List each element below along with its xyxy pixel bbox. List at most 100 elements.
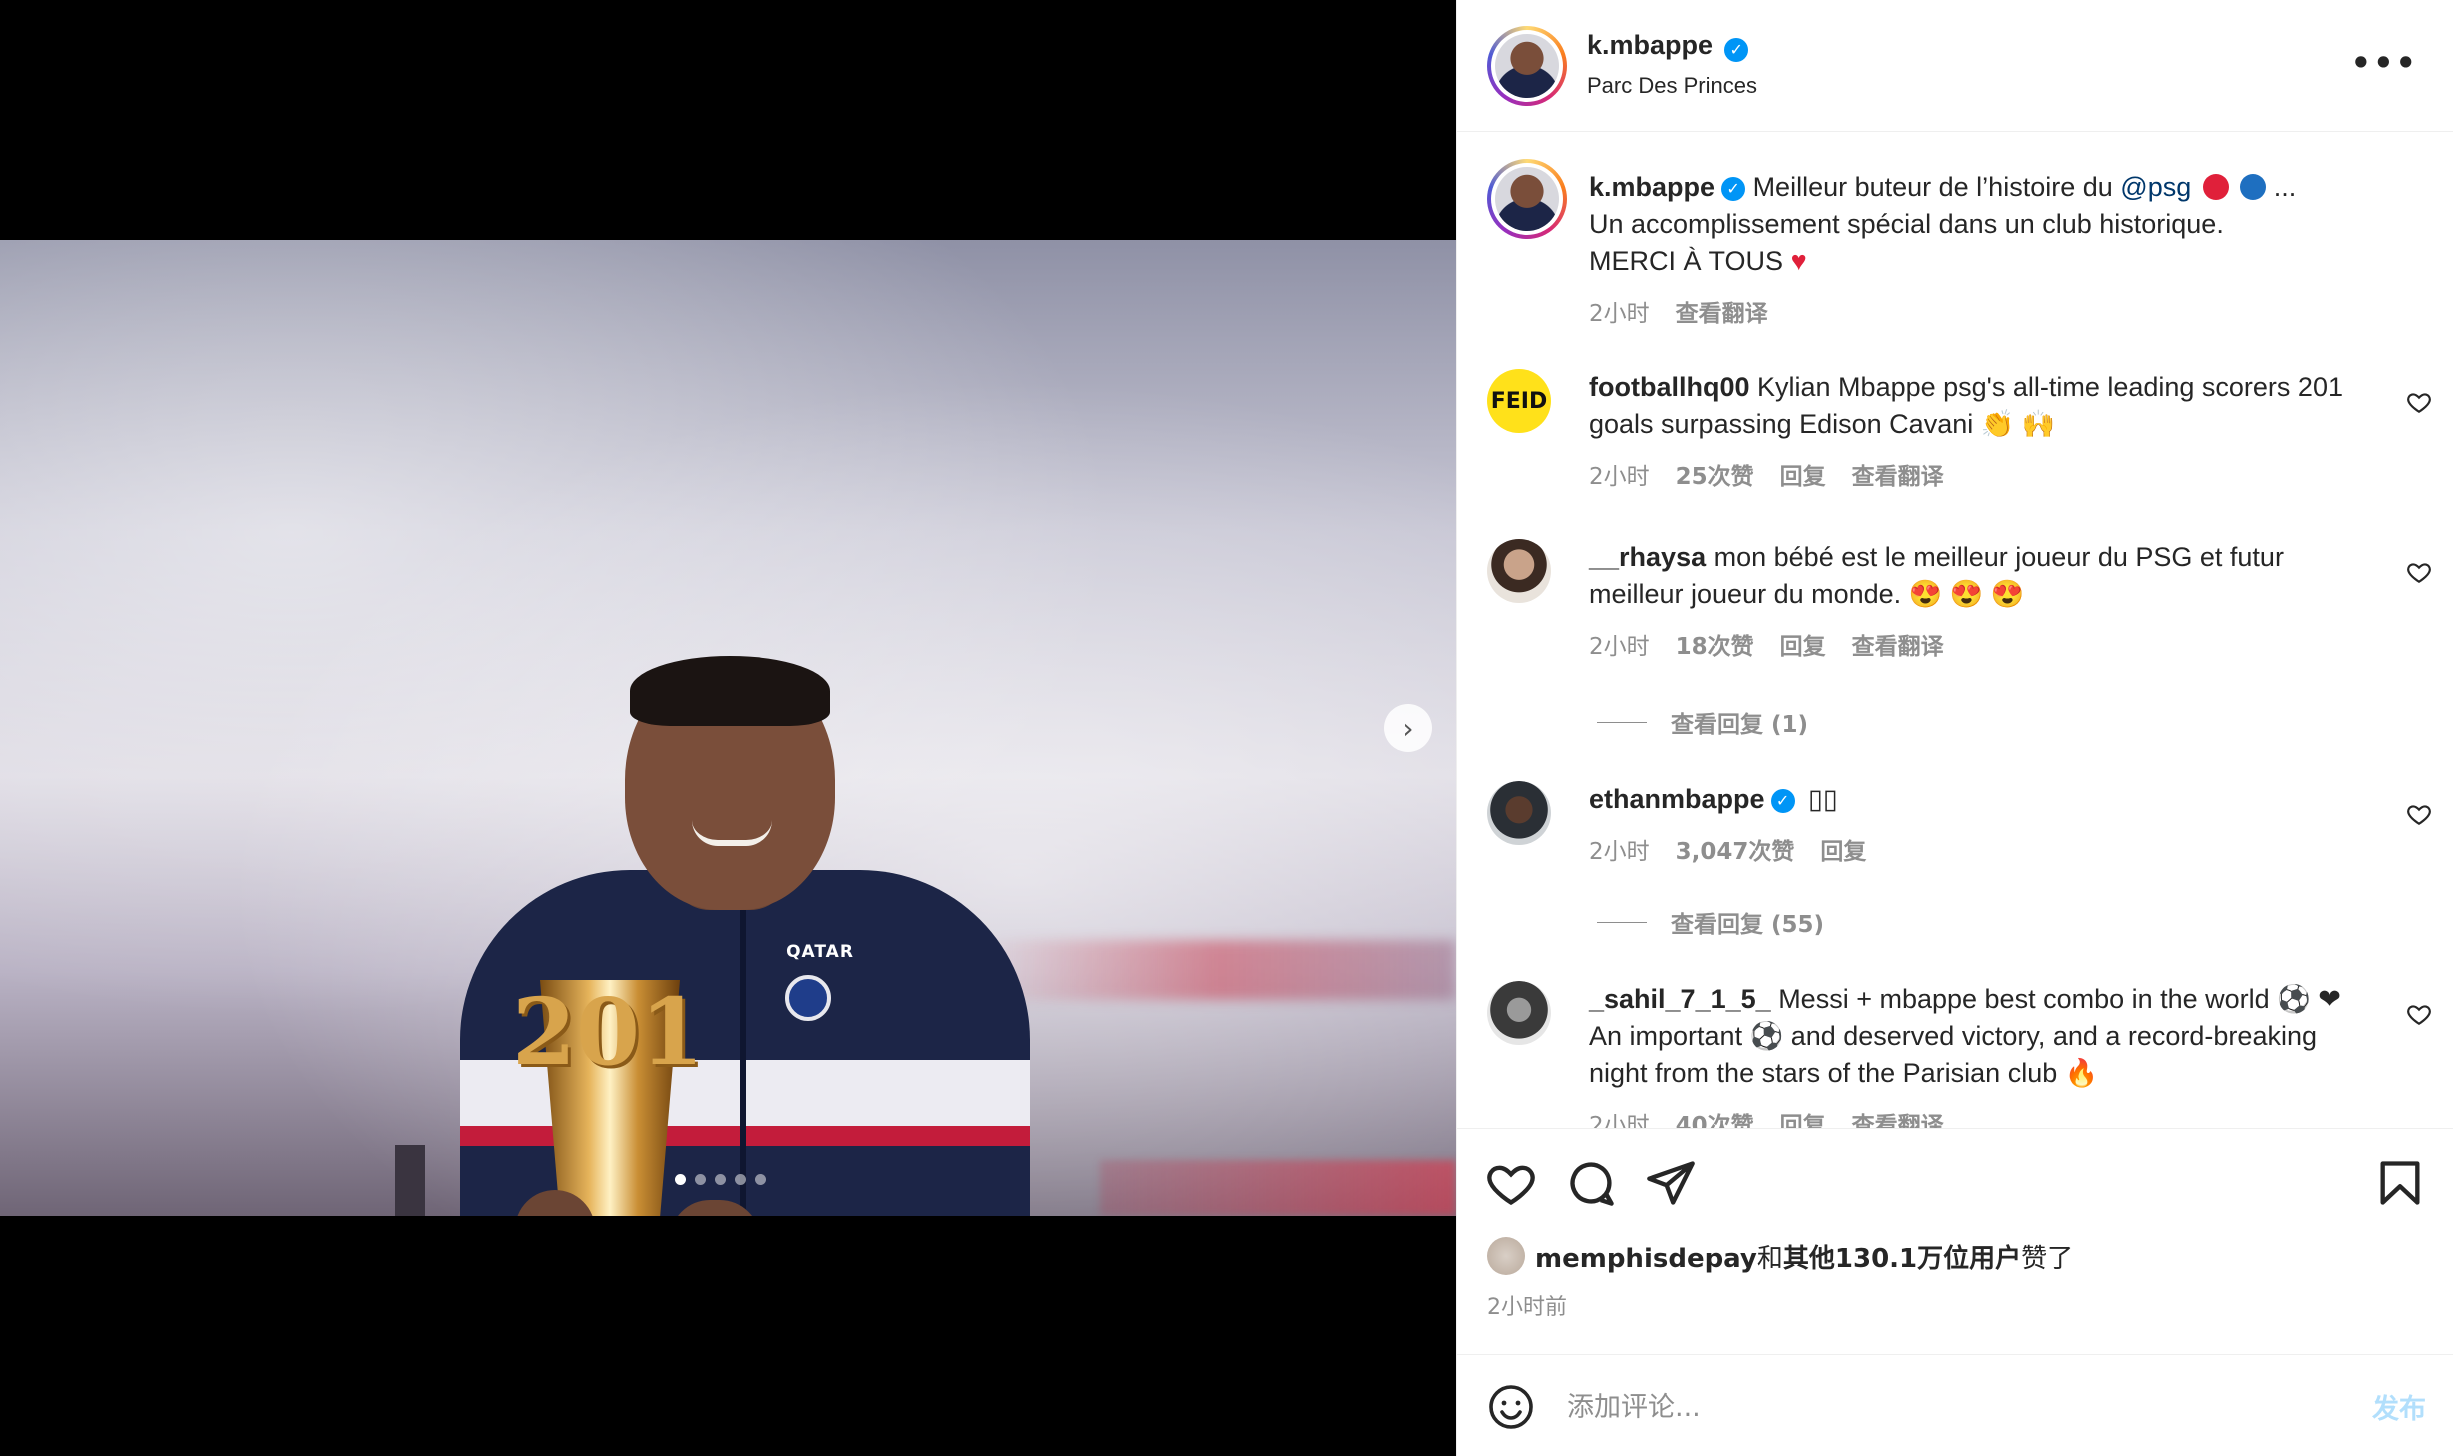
author-name-row: k.mbappe ✓ (1587, 30, 1749, 62)
more-options-icon[interactable]: ••• (2351, 44, 2418, 82)
sponsor-logo: QATAR (786, 942, 854, 962)
post-location[interactable]: Parc Des Princes (1587, 73, 1757, 99)
commenter-avatar[interactable] (1487, 781, 1551, 845)
likes-others[interactable]: 其他130.1万位用户 (1783, 1244, 2021, 1274)
caption-username[interactable]: k.mbappe (1589, 172, 1715, 202)
mention-link[interactable]: @psg (2120, 172, 2191, 202)
carousel-indicator (675, 1174, 766, 1185)
likes-suffix: 赞了 (2021, 1243, 2074, 1274)
reply-button[interactable]: 回复 (1780, 1106, 1826, 1128)
likes-joiner: 和 (1756, 1243, 1783, 1274)
carousel-dot (695, 1174, 706, 1185)
post-comment-button[interactable]: 发布 (2372, 1387, 2426, 1426)
instagram-post-view: QATAR 201 › k.mbappe ✓ Parc Des Princes … (0, 0, 2453, 1456)
comment-time[interactable]: 2小时 (1589, 457, 1650, 491)
jacket-zip (740, 910, 746, 1216)
carousel-dot (715, 1174, 726, 1185)
comment-meta: 2小时 3,047次赞 回复 (1589, 832, 2349, 866)
caption-line-2: Un accomplissement spécial dans un club … (1589, 209, 2224, 239)
caption-meta: 2小时 查看翻译 (1589, 294, 2409, 328)
like-comment-icon[interactable] (2406, 389, 2432, 415)
reply-button[interactable]: 回复 (1820, 832, 1866, 866)
add-comment-bar: 发布 (1457, 1354, 2453, 1456)
post-actions: memphisdepay和其他130.1万位用户赞了 2小时前 (1457, 1128, 2453, 1354)
liker-username[interactable]: memphisdepay (1535, 1244, 1757, 1274)
emoji-placeholder-icon: ▯▯ (1808, 784, 1838, 815)
comment-meta: 2小时 18次赞 回复 查看翻译 (1589, 627, 2349, 661)
comment-time[interactable]: 2小时 (1589, 1106, 1650, 1128)
liker-avatar (1487, 1237, 1525, 1275)
view-replies-label: 查看回复 (55) (1671, 912, 1825, 938)
author-username[interactable]: k.mbappe (1587, 30, 1713, 60)
caption-more[interactable]: ... (2274, 172, 2297, 202)
caption-body: k.mbappe ✓ Meilleur buteur de l’histoire … (1589, 169, 2409, 328)
commenter-avatar[interactable]: FEID (1487, 369, 1551, 433)
next-slide-button[interactable]: › (1384, 704, 1432, 752)
comment-likes[interactable]: 25次赞 (1676, 457, 1754, 491)
comment-username[interactable]: footballhq00 (1589, 372, 1750, 402)
player-figure: QATAR 201 (440, 656, 1040, 1216)
verified-badge-icon: ✓ (1724, 37, 1749, 62)
caption-line-3: MERCI À TOUS (1589, 246, 1784, 276)
replies-divider (1597, 921, 1647, 923)
comment-time[interactable]: 2小时 (1589, 627, 1650, 661)
translate-button[interactable]: 查看翻译 (1852, 627, 1944, 661)
translate-button[interactable]: 查看翻译 (1676, 294, 1768, 328)
comment-username[interactable]: __rhaysa (1589, 542, 1706, 572)
like-icon[interactable] (1485, 1157, 1537, 1209)
caption-time[interactable]: 2小时 (1589, 294, 1650, 328)
post-header: k.mbappe ✓ Parc Des Princes ••• (1457, 0, 2453, 132)
caption-text: Meilleur buteur de l’histoire du (1752, 172, 2113, 202)
comment-time[interactable]: 2小时 (1589, 832, 1650, 866)
replies-divider (1597, 721, 1647, 723)
reply-button[interactable]: 回复 (1780, 627, 1826, 661)
stadium-tower (395, 1145, 425, 1216)
post-photo[interactable]: QATAR 201 (0, 240, 1456, 1216)
comment-input[interactable] (1567, 1377, 2327, 1437)
trophy-number: 201 (512, 978, 705, 1086)
caption-avatar[interactable] (1487, 159, 1567, 239)
media-pane: QATAR 201 › (0, 0, 1456, 1456)
comment-meta: 2小时 25次赞 回复 查看翻译 (1589, 457, 2349, 491)
comments-list[interactable]: k.mbappe ✓ Meilleur buteur de l’histoire … (1457, 133, 2453, 1128)
comment-username[interactable]: _sahil_7_1_5_ (1589, 984, 1771, 1014)
commenter-avatar[interactable] (1487, 981, 1551, 1045)
carousel-dot (735, 1174, 746, 1185)
likes-summary[interactable]: memphisdepay和其他130.1万位用户赞了 (1487, 1237, 2073, 1275)
comment-likes[interactable]: 3,047次赞 (1676, 832, 1795, 866)
post-timestamp[interactable]: 2小时前 (1487, 1289, 1567, 1321)
red-circle-icon (2202, 174, 2229, 200)
heart-emoji-icon: ♥ (1790, 246, 1807, 276)
comment-username[interactable]: ethanmbappe (1589, 784, 1765, 814)
view-replies-button[interactable]: 查看回复 (1) (1597, 705, 1808, 739)
translate-button[interactable]: 查看翻译 (1852, 457, 1944, 491)
share-icon[interactable] (1645, 1157, 1697, 1209)
verified-badge-icon: ✓ (1721, 176, 1746, 201)
comment-body: footballhq00 Kylian Mbappe psg's all-tim… (1589, 369, 2349, 491)
comment-meta: 2小时 40次赞 回复 查看翻译 (1589, 1106, 2349, 1128)
club-crest (785, 975, 831, 1021)
view-replies-button[interactable]: 查看回复 (55) (1597, 905, 1824, 939)
comment-body: __rhaysa mon bébé est le meilleur joueur… (1589, 539, 2349, 661)
author-avatar[interactable] (1487, 26, 1567, 106)
view-replies-label: 查看回复 (1) (1671, 712, 1809, 738)
translate-button[interactable]: 查看翻译 (1852, 1106, 1944, 1128)
reply-button[interactable]: 回复 (1780, 457, 1826, 491)
comment-likes[interactable]: 18次赞 (1676, 627, 1754, 661)
bookmark-icon[interactable] (2374, 1157, 2426, 1209)
comment-likes[interactable]: 40次赞 (1676, 1106, 1754, 1128)
like-comment-icon[interactable] (2406, 801, 2432, 827)
like-comment-icon[interactable] (2406, 1001, 2432, 1027)
like-comment-icon[interactable] (2406, 559, 2432, 585)
emoji-icon[interactable] (1487, 1383, 1535, 1431)
carousel-dot (755, 1174, 766, 1185)
comment-body: ethanmbappe ✓ ▯▯ 2小时 3,047次赞 回复 (1589, 781, 2349, 866)
comment-icon[interactable] (1565, 1157, 1617, 1209)
player-hair (630, 656, 830, 726)
blue-circle-icon (2240, 174, 2267, 200)
comment-body: _sahil_7_1_5_ Messi + mbappe best combo … (1589, 981, 2349, 1128)
stadium-banner (980, 940, 1456, 1000)
stadium-banner-lower (1100, 1160, 1456, 1216)
commenter-avatar[interactable] (1487, 539, 1551, 603)
verified-badge-icon: ✓ (1770, 788, 1795, 813)
